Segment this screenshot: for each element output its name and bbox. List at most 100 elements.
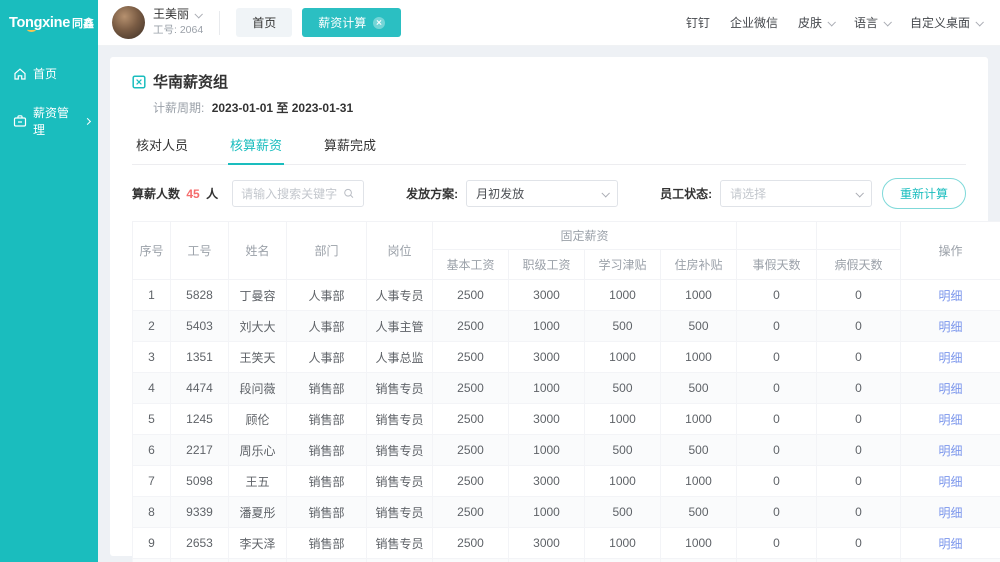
- cell-study: 500: [585, 435, 661, 466]
- table-row: 108160孙亿枫销售部销售专员2500100050050000明细: [133, 559, 1000, 562]
- headcount-value: 45: [186, 187, 199, 201]
- salary-table: 序号 工号 姓名 部门 岗位 固定薪资 操作 基本工资 职级工资 学习津贴 住房…: [132, 221, 1000, 562]
- headcount-label: 算薪人数: [132, 187, 180, 201]
- cell-action: 明细: [901, 559, 1000, 562]
- cell-house: 500: [661, 311, 737, 342]
- cell-base: 2500: [433, 466, 509, 497]
- detail-link[interactable]: 明细: [939, 444, 963, 458]
- cell-name: 王五: [229, 466, 287, 497]
- sidebar-item-label: 薪资管理: [33, 104, 79, 138]
- user-name: 王美丽: [153, 7, 189, 22]
- tab-verify-staff[interactable]: 核对人员: [134, 126, 190, 164]
- cell-sick: 0: [817, 280, 901, 311]
- detail-link[interactable]: 明细: [939, 320, 963, 334]
- detail-link[interactable]: 明细: [939, 413, 963, 427]
- cell-dept: 销售部: [287, 435, 367, 466]
- col-employee-id: 工号: [171, 222, 229, 280]
- dropdown-custom-desktop[interactable]: 自定义桌面: [910, 14, 982, 31]
- home-icon: [13, 67, 27, 81]
- step-tabs: 核对人员 核算薪资 算薪完成: [132, 126, 966, 165]
- col-position: 岗位: [367, 222, 433, 280]
- content-card: 华南薪资组 计薪周期: 2023-01-01 至 2023-01-31 核对人员…: [110, 57, 988, 556]
- cell-name: 段问薇: [229, 373, 287, 404]
- detail-link[interactable]: 明细: [939, 475, 963, 489]
- user-caret-down-icon[interactable]: [194, 10, 202, 18]
- cell-dept: 销售部: [287, 497, 367, 528]
- cell-house: 1000: [661, 342, 737, 373]
- cell-id: 5828: [171, 280, 229, 311]
- tab-calc-salary[interactable]: 核算薪资: [228, 126, 284, 164]
- dropdown-language[interactable]: 语言: [854, 14, 890, 31]
- chevron-down-icon: [975, 18, 983, 26]
- cell-sick: 0: [817, 404, 901, 435]
- detail-link[interactable]: 明细: [939, 537, 963, 551]
- col-personal-leave-days: 事假天数: [737, 250, 817, 280]
- user-avatar[interactable]: [112, 6, 145, 39]
- dropdown-skin[interactable]: 皮肤: [798, 14, 834, 31]
- table-row: 31351王笑天人事部人事总监250030001000100000明细: [133, 342, 1000, 373]
- col-study-allowance: 学习津贴: [585, 250, 661, 280]
- cell-leave: 0: [737, 280, 817, 311]
- detail-link[interactable]: 明细: [939, 382, 963, 396]
- status-select[interactable]: 请选择: [720, 180, 872, 207]
- detail-link[interactable]: 明细: [939, 506, 963, 520]
- cell-dept: 销售部: [287, 466, 367, 497]
- cell-id: 9339: [171, 497, 229, 528]
- cell-id: 1351: [171, 342, 229, 373]
- cell-leave: 0: [737, 404, 817, 435]
- nav-tab-label: 薪资计算: [318, 14, 366, 31]
- sidebar: Tongxine同鑫 首页 薪资管理: [0, 0, 98, 562]
- user-block: 王美丽 工号: 2064: [153, 7, 203, 37]
- plan-select[interactable]: 月初发放: [466, 180, 618, 207]
- sidebar-item-home[interactable]: 首页: [0, 54, 98, 93]
- cell-pos: 销售专员: [367, 559, 433, 562]
- link-wecom[interactable]: 企业微信: [730, 14, 778, 31]
- cell-dept: 人事部: [287, 311, 367, 342]
- cell-id: 2653: [171, 528, 229, 559]
- app-logo: Tongxine同鑫: [0, 0, 98, 46]
- period-label: 计薪周期:: [153, 101, 204, 115]
- logo-text: Tongxine: [9, 15, 70, 31]
- cell-dept: 人事部: [287, 280, 367, 311]
- plan-label: 发放方案:: [406, 185, 458, 202]
- cell-house: 1000: [661, 466, 737, 497]
- page-title-row: 华南薪资组: [132, 71, 966, 92]
- nav-tab-home[interactable]: 首页: [236, 8, 292, 37]
- close-icon[interactable]: [373, 17, 385, 29]
- cell-sick: 0: [817, 466, 901, 497]
- salary-group-icon: [132, 75, 146, 89]
- recalculate-button[interactable]: 重新计算: [882, 178, 966, 209]
- cell-pos: 销售专员: [367, 528, 433, 559]
- cell-action: 明细: [901, 528, 1000, 559]
- status-placeholder: 请选择: [730, 185, 850, 202]
- cell-study: 500: [585, 311, 661, 342]
- search-input[interactable]: [241, 187, 343, 201]
- cell-name: 顾伦: [229, 404, 287, 435]
- cell-dept: 销售部: [287, 404, 367, 435]
- cell-base: 2500: [433, 342, 509, 373]
- table-row: 75098王五销售部销售专员250030001000100000明细: [133, 466, 1000, 497]
- col-sick-leave-days: 病假天数: [817, 250, 901, 280]
- nav-tab-salary-calc[interactable]: 薪资计算: [302, 8, 401, 37]
- topbar-right: 钉钉 企业微信 皮肤 语言 自定义桌面: [686, 14, 982, 31]
- sidebar-item-salary-management[interactable]: 薪资管理: [0, 93, 98, 149]
- topbar-divider: [219, 11, 220, 35]
- col-department: 部门: [287, 222, 367, 280]
- cell-name: 周乐心: [229, 435, 287, 466]
- cell-pos: 人事专员: [367, 280, 433, 311]
- search-icon[interactable]: [343, 187, 355, 200]
- tab-calc-done[interactable]: 算薪完成: [322, 126, 378, 164]
- detail-link[interactable]: 明细: [939, 289, 963, 303]
- cell-name: 李天泽: [229, 528, 287, 559]
- detail-link[interactable]: 明细: [939, 351, 963, 365]
- link-dingtalk[interactable]: 钉钉: [686, 14, 710, 31]
- col-group-fixed-salary: 固定薪资: [433, 222, 737, 250]
- page-title: 华南薪资组: [153, 71, 228, 92]
- cell-base: 2500: [433, 280, 509, 311]
- col-index: 序号: [133, 222, 171, 280]
- dropdown-label: 自定义桌面: [910, 14, 970, 31]
- sidebar-item-label: 首页: [33, 65, 57, 82]
- cell-dept: 人事部: [287, 342, 367, 373]
- cell-house: 500: [661, 373, 737, 404]
- cell-base: 2500: [433, 373, 509, 404]
